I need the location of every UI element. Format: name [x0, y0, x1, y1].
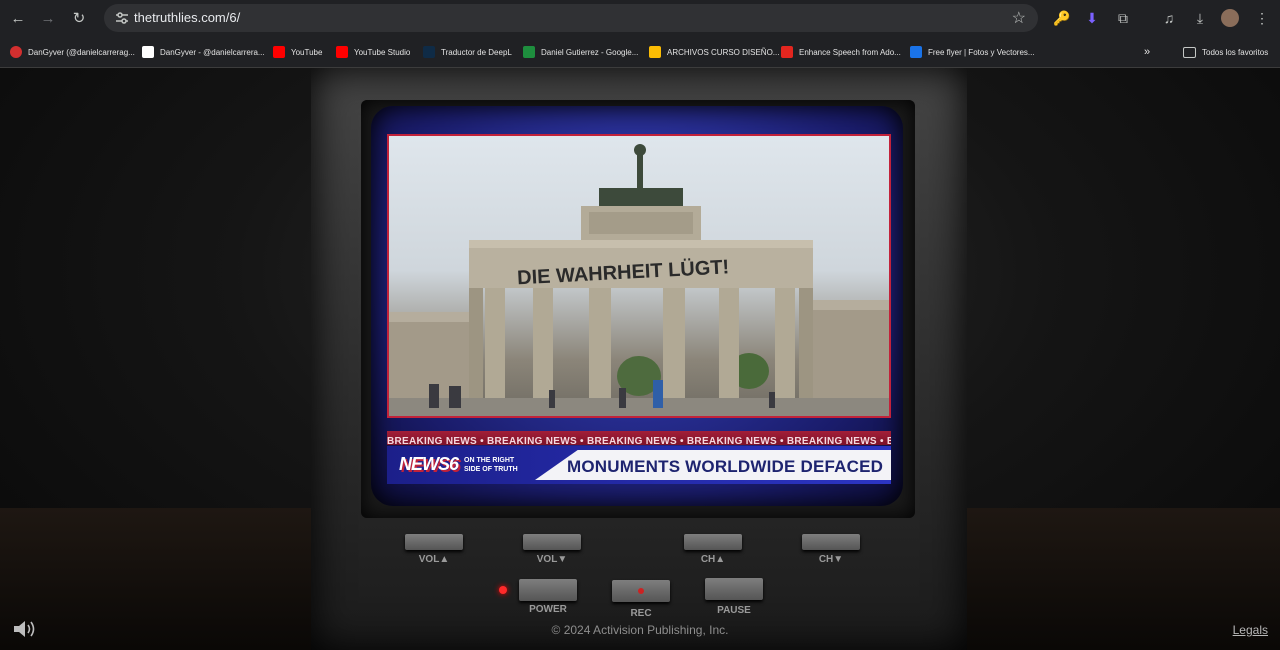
news-headline: MONUMENTS WORLDWIDE DEFACED: [567, 457, 884, 476]
url-text[interactable]: thetruthlies.com/6/: [134, 10, 240, 25]
extensions-puzzle-icon[interactable]: ⧉: [1113, 8, 1133, 28]
back-icon[interactable]: ←: [8, 8, 28, 28]
media-control-icon[interactable]: ♫: [1159, 8, 1179, 28]
news-photo-brandenburg-gate: DIE WAHRHEIT LÜGT!: [387, 134, 891, 418]
bookmark-item[interactable]: YouTube Studio: [336, 44, 410, 60]
downloads-icon[interactable]: ⤓: [1190, 8, 1210, 28]
freepik-icon: [910, 46, 922, 58]
pause-label: PAUSE: [717, 605, 751, 616]
bookmarks-bar: DanGyver (@danielcarrerag... DanGyver - …: [0, 36, 1280, 68]
ch-up-button[interactable]: [684, 534, 742, 550]
bookmark-star-icon[interactable]: ☆: [1012, 8, 1026, 28]
bookmark-item[interactable]: ARCHIVOS CURSO DISEÑO...: [649, 44, 779, 60]
more-bookmarks-chevron-icon[interactable]: »: [1144, 44, 1150, 60]
rec-dot-icon: [638, 588, 644, 594]
forward-icon[interactable]: →: [38, 8, 58, 28]
folder-icon: [1183, 46, 1196, 58]
ch-down-label: CH▼: [818, 554, 844, 565]
vol-up-button[interactable]: [405, 534, 463, 550]
bookmark-item[interactable]: DanGyver - @danielcarrera...: [142, 44, 265, 60]
vol-down-button[interactable]: [523, 534, 581, 550]
bookmark-item[interactable]: Traductor de DeepL: [423, 44, 512, 60]
browser-toolbar: ← → ↻ thetruthlies.com/6/ ☆ 🔑 ⬇ ⧉ ♫ ⤓ ⋮: [0, 0, 1280, 36]
bookmark-item[interactable]: Free flyer | Fotos y Vectores...: [910, 44, 1035, 60]
password-extension-icon[interactable]: 🔑: [1052, 8, 1072, 28]
google-drive-icon: [649, 46, 661, 58]
power-button[interactable]: [519, 579, 577, 601]
bookmark-item[interactable]: Enhance Speech from Ado...: [781, 44, 901, 60]
download-extension-icon[interactable]: ⬇: [1082, 8, 1102, 28]
pause-button[interactable]: [705, 578, 763, 600]
deepl-icon: [423, 46, 435, 58]
reload-icon[interactable]: ↻: [69, 8, 89, 28]
news-lower-third: NEWS6 ON THE RIGHT SIDE OF TRUTH MONUMENT…: [387, 446, 891, 484]
instagram-icon: [10, 46, 22, 58]
bookmark-item[interactable]: Daniel Gutierrez - Google...: [523, 44, 638, 60]
brandenburg-gate-illustration: DIE WAHRHEIT LÜGT!: [389, 144, 889, 416]
news6-logo: NEWS6: [399, 454, 459, 474]
vol-up-label: VOL▲: [418, 554, 450, 565]
copyright-text: © 2024 Activision Publishing, Inc.: [551, 623, 729, 637]
site-info-icon[interactable]: [114, 10, 130, 26]
channel-tagline: ON THE RIGHT SIDE OF TRUTH: [464, 457, 518, 473]
page-stage: DIE WAHRHEIT LÜGT! BREAKING NEWS • BREAK…: [0, 68, 1280, 650]
bookmark-item[interactable]: YouTube: [273, 44, 322, 60]
address-bar[interactable]: thetruthlies.com/6/ ☆: [104, 4, 1038, 32]
rec-button[interactable]: [612, 580, 670, 602]
retro-tv: DIE WAHRHEIT LÜGT! BREAKING NEWS • BREAK…: [311, 68, 967, 650]
ch-up-label: CH▲: [700, 554, 726, 565]
youtube-studio-icon: [336, 46, 348, 58]
legals-link[interactable]: Legals: [1233, 623, 1268, 637]
all-bookmarks-folder[interactable]: Todos los favoritos: [1183, 44, 1268, 60]
rec-label: REC: [630, 608, 652, 619]
ch-down-button[interactable]: [802, 534, 860, 550]
power-led: [499, 586, 507, 594]
power-label: POWER: [529, 604, 567, 615]
tv-screen[interactable]: DIE WAHRHEIT LÜGT! BREAKING NEWS • BREAK…: [371, 106, 903, 506]
artstation-icon: [142, 46, 154, 58]
bookmark-item[interactable]: DanGyver (@danielcarrerag...: [10, 44, 135, 60]
youtube-icon: [273, 46, 285, 58]
profile-avatar[interactable]: [1221, 9, 1239, 27]
breaking-news-ticker: BREAKING NEWS • BREAKING NEWS • BREAKING…: [387, 431, 891, 445]
vol-down-label: VOL▼: [536, 554, 568, 565]
menu-kebab-icon[interactable]: ⋮: [1252, 8, 1272, 28]
adobe-icon: [781, 46, 793, 58]
google-drive-icon: [523, 46, 535, 58]
